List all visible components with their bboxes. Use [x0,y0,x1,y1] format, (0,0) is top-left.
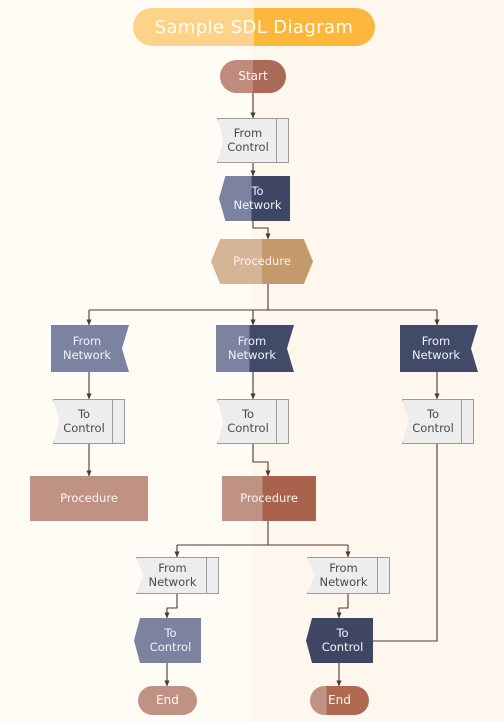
node-to-control-left[interactable]: To Control [53,399,125,444]
node-end-left-label: End [156,693,179,708]
node-from-network-bottom-left[interactable]: From Network [136,557,219,594]
node-to-control-mid[interactable]: To Control [217,399,289,444]
node-procedure-3[interactable]: Procedure [222,476,316,521]
node-start[interactable]: Start [220,60,286,93]
node-end-left[interactable]: End [138,686,197,715]
node-to-network[interactable]: To Network [219,176,290,221]
connector-fromnet-br-to-toctrl-br [336,594,349,619]
node-to-control-bottom-left-label: To Control [149,625,192,654]
flag-divider [461,400,462,443]
flag-divider [276,119,277,162]
node-from-network-right-label: From Network [411,333,461,362]
node-from-network-bottom-right-label: From Network [319,560,368,589]
node-to-control-left-label: To Control [63,406,105,435]
flag-divider [206,558,207,593]
node-to-control-bottom-right[interactable]: To Control [306,618,373,663]
node-to-control-mid-label: To Control [227,406,269,435]
node-to-control-bottom-right-label: To Control [321,625,364,654]
node-procedure-1-label: Procedure [233,253,291,268]
connector-fromnet-bl-to-toctrl-bl [164,594,178,619]
node-from-network-right[interactable]: From Network [400,325,478,372]
connector-toctrl-m-to-procedure [252,444,271,477]
node-to-control-right[interactable]: To Control [402,399,474,444]
flag-divider [276,400,277,443]
node-from-network-left-label: From Network [62,333,112,362]
connector-toctrl-r-to-toctrl-bottom-right [363,444,438,644]
node-from-network-mid-label: From Network [227,333,277,362]
node-end-right[interactable]: End [310,686,369,715]
node-from-control[interactable]: From Control [217,118,289,163]
node-procedure-2-label: Procedure [60,490,118,505]
node-to-network-label: To Network [233,183,282,212]
node-from-network-left[interactable]: From Network [51,325,129,372]
page-title: Sample SDL Diagram [154,16,354,38]
flag-divider [112,400,113,443]
node-from-control-label: From Control [227,125,269,154]
node-end-right-label: End [328,693,351,708]
node-from-network-bottom-left-label: From Network [148,560,197,589]
node-procedure-3-label: Procedure [240,490,298,505]
node-start-label: Start [238,69,268,84]
flag-divider [377,558,378,593]
diagram-canvas: Sample SDL Diagram Start From Control To N… [0,0,504,722]
node-from-network-bottom-right[interactable]: From Network [307,557,390,594]
node-procedure-1[interactable]: Procedure [211,239,313,284]
diagram-title-banner: Sample SDL Diagram [133,8,375,46]
connector-tonetwork-to-procedure [252,221,271,240]
node-procedure-2[interactable]: Procedure [30,476,148,521]
node-to-control-right-label: To Control [412,406,454,435]
node-to-control-bottom-left[interactable]: To Control [134,618,201,663]
node-from-network-mid[interactable]: From Network [216,325,294,372]
